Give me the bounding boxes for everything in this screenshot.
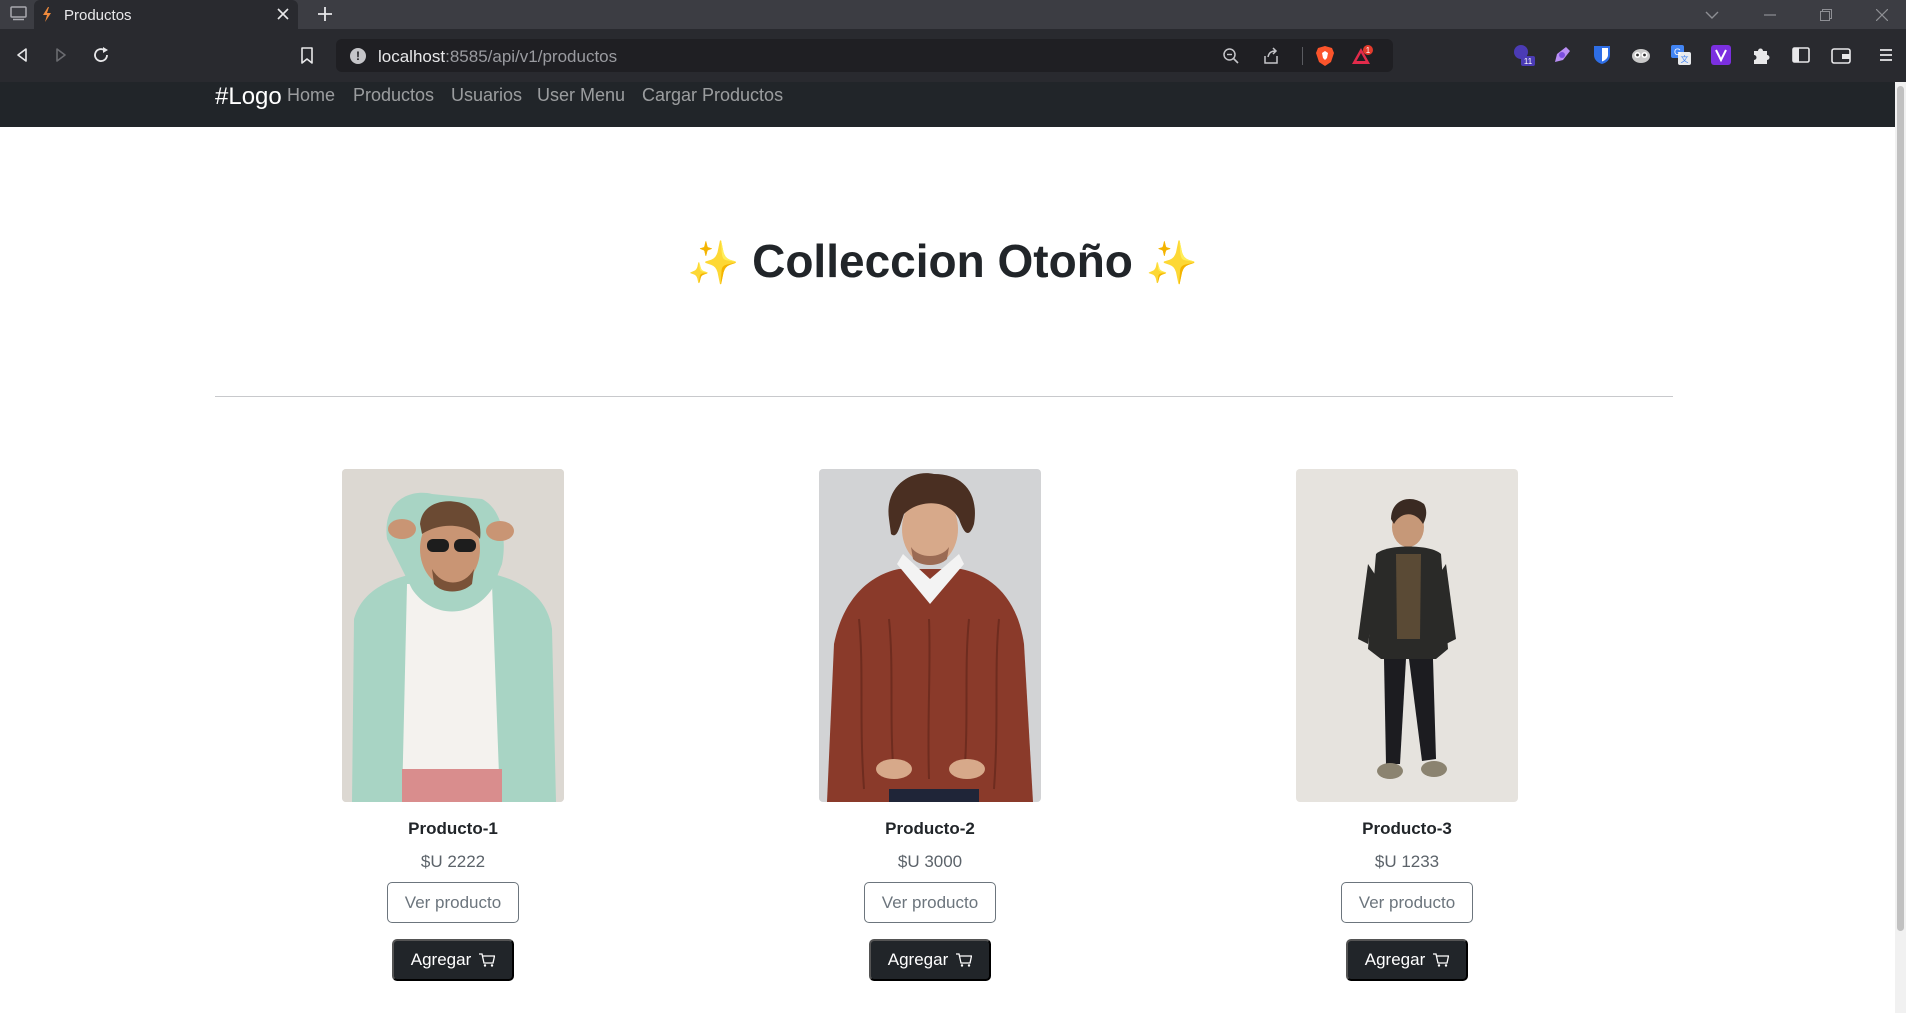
cart-icon xyxy=(1433,953,1450,967)
section-divider xyxy=(215,396,1673,397)
nav-link-productos[interactable]: Productos xyxy=(353,85,434,106)
ver-producto-button[interactable]: Ver producto xyxy=(387,882,519,923)
tab-search-chevron-icon[interactable] xyxy=(1688,0,1736,29)
brave-shields-icon[interactable] xyxy=(1314,45,1336,67)
nav-link-user-menu[interactable]: User Menu xyxy=(537,85,625,106)
scrollbar-thumb[interactable] xyxy=(1897,86,1904,931)
brand-logo[interactable]: #Logo xyxy=(215,83,282,111)
page-title-text: Colleccion Otoño xyxy=(752,235,1133,287)
agregar-label: Agregar xyxy=(887,950,949,969)
agregar-label: Agregar xyxy=(410,950,472,969)
product-price: $U 1233 xyxy=(1374,852,1440,871)
tab-close-icon[interactable] xyxy=(272,3,294,25)
browser-tabstrip: Productos xyxy=(0,0,1906,29)
product-name: Producto-1 xyxy=(408,819,498,838)
agregar-button[interactable]: Agregar xyxy=(1346,939,1468,981)
bookmark-icon[interactable] xyxy=(294,42,320,68)
cart-icon xyxy=(956,953,973,967)
close-window-icon[interactable] xyxy=(1858,0,1906,29)
rewards-badge-count: 1 xyxy=(1366,46,1371,55)
site-info-icon[interactable]: ! xyxy=(350,48,366,64)
product-image[interactable] xyxy=(1296,469,1518,802)
nav-link-home[interactable]: Home xyxy=(287,85,335,106)
site-navbar: #Logo Home Productos Usuarios User Menu … xyxy=(0,82,1895,127)
cart-icon xyxy=(479,953,496,967)
nav-link-cargar-productos[interactable]: Cargar Productos xyxy=(642,85,783,106)
product-name: Producto-3 xyxy=(1362,819,1452,838)
extension-v-icon[interactable] xyxy=(1709,43,1733,67)
browser-tab-active[interactable]: Productos xyxy=(34,0,298,29)
extension-badge-count: 11 xyxy=(1524,57,1533,66)
reload-icon[interactable] xyxy=(88,42,114,68)
product-image[interactable] xyxy=(819,469,1041,802)
product-name: Producto-2 xyxy=(885,819,975,838)
url-path: :8585/api/v1/productos xyxy=(445,47,618,66)
browser-menu-icon[interactable] xyxy=(1874,43,1898,67)
extension-owl-icon[interactable] xyxy=(1629,43,1653,67)
sparkles-icon: ✨ xyxy=(1145,239,1198,286)
page-scrollbar[interactable] xyxy=(1895,82,1906,1013)
tab-list-icon[interactable] xyxy=(10,6,27,21)
browser-toolbar: ! localhost:8585/api/v1/productos 1 11 G… xyxy=(0,29,1906,82)
product-price: $U 2222 xyxy=(420,852,486,871)
extension-purple-icon[interactable]: 11 xyxy=(1512,43,1536,67)
ver-producto-button[interactable]: Ver producto xyxy=(864,882,996,923)
new-tab-plus-icon[interactable] xyxy=(314,3,336,25)
minimize-icon[interactable] xyxy=(1746,0,1794,29)
agregar-button[interactable]: Agregar xyxy=(869,939,991,981)
page-title: ✨ Colleccion Otoño ✨ xyxy=(0,234,1885,288)
forward-arrow-icon[interactable] xyxy=(48,42,74,68)
bitwarden-shield-icon[interactable] xyxy=(1590,43,1614,67)
zoom-icon[interactable] xyxy=(1220,45,1242,67)
extension-pen-icon[interactable] xyxy=(1550,43,1574,67)
url-host: localhost xyxy=(378,47,446,66)
ver-producto-button[interactable]: Ver producto xyxy=(1341,882,1473,923)
wallet-icon[interactable] xyxy=(1829,43,1853,67)
sparkles-icon: ✨ xyxy=(687,239,740,286)
agregar-button[interactable]: Agregar xyxy=(392,939,514,981)
translate-icon[interactable]: G文 xyxy=(1669,43,1693,67)
page-viewport: #Logo Home Productos Usuarios User Menu … xyxy=(0,82,1895,1013)
sidebar-toggle-icon[interactable] xyxy=(1789,43,1813,67)
back-arrow-icon[interactable] xyxy=(9,42,35,68)
share-icon[interactable] xyxy=(1260,45,1282,67)
tab-title: Productos xyxy=(64,7,132,24)
url-text[interactable]: localhost:8585/api/v1/productos xyxy=(378,47,617,67)
brave-rewards-icon[interactable]: 1 xyxy=(1352,45,1374,67)
restore-window-icon[interactable] xyxy=(1802,0,1850,29)
product-price: $U 3000 xyxy=(897,852,963,871)
address-bar-separator xyxy=(1302,47,1303,65)
agregar-label: Agregar xyxy=(1364,950,1426,969)
svg-text:文: 文 xyxy=(1681,54,1689,64)
product-image[interactable] xyxy=(342,469,564,802)
extensions-puzzle-icon[interactable] xyxy=(1749,43,1773,67)
lightning-favicon-icon xyxy=(43,7,51,22)
address-bar[interactable]: ! localhost:8585/api/v1/productos 1 xyxy=(336,39,1393,72)
nav-link-usuarios[interactable]: Usuarios xyxy=(451,85,522,106)
